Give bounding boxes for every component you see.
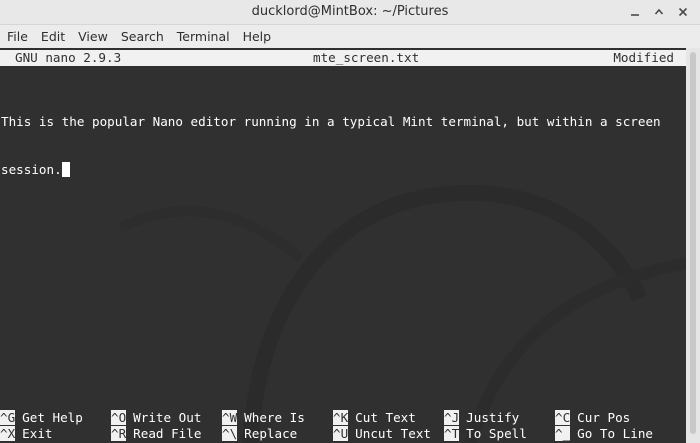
nano-filename: mte_screen.txt — [313, 50, 420, 65]
menu-edit[interactable]: Edit — [41, 29, 65, 44]
window-title: ducklord@MintBox: ~/Pictures — [251, 4, 449, 19]
shortcut-exit[interactable]: ^X Exit — [0, 426, 53, 442]
shortcut-key: ^R — [111, 426, 127, 441]
shortcut-get-help[interactable]: ^G Get Help — [0, 410, 83, 426]
scrollbar-thumb[interactable] — [690, 52, 696, 434]
shortcut-write-out[interactable]: ^O Write Out — [111, 410, 201, 426]
minimize-button[interactable] — [627, 4, 643, 20]
shortcut-read-file[interactable]: ^R Read File — [111, 426, 201, 442]
menu-help[interactable]: Help — [243, 29, 272, 44]
maximize-button[interactable] — [651, 4, 667, 20]
editor-buffer[interactable]: This is the popular Nano editor running … — [1, 82, 681, 210]
editor-line: This is the popular Nano editor running … — [1, 114, 661, 129]
menu-view[interactable]: View — [78, 29, 108, 44]
shortcut-go-to-line[interactable]: ^_ Go To Line — [555, 426, 653, 442]
shortcut-label: Write Out — [133, 410, 202, 425]
menu-file[interactable]: File — [7, 29, 28, 44]
shortcut-label: Cur Pos — [577, 410, 631, 425]
shortcut-key: ^X — [0, 426, 16, 441]
shortcut-key: ^G — [0, 410, 16, 425]
menu-search[interactable]: Search — [121, 29, 164, 44]
close-button[interactable] — [675, 4, 691, 20]
menu-terminal[interactable]: Terminal — [177, 29, 230, 44]
shortcut-where-is[interactable]: ^W Where Is — [222, 410, 305, 426]
shortcut-label: Read File — [133, 426, 202, 441]
title-bar[interactable]: ducklord@MintBox: ~/Pictures — [0, 0, 700, 25]
shortcut-label: Cut Text — [355, 410, 416, 425]
shortcut-label: Replace — [244, 426, 298, 441]
shortcut-key: ^\ — [222, 426, 238, 441]
nano-title-bar: GNU nano 2.9.3 mte_screen.txt Modified — [0, 50, 686, 66]
shortcut-key: ^J — [444, 410, 460, 425]
vertical-scrollbar[interactable] — [686, 48, 700, 443]
shortcut-label: Exit — [22, 426, 53, 441]
shortcut-key: ^K — [333, 410, 349, 425]
shortcut-bar: ^G Get Help ^O Write Out ^W Where Is ^K Cut … — [0, 410, 686, 442]
terminal-window: ducklord@MintBox: ~/Pictures File Edit V… — [0, 0, 700, 443]
nano-version: GNU nano 2.9.3 — [15, 50, 122, 65]
terminal-area[interactable]: GNU nano 2.9.3 mte_screen.txt Modified T… — [0, 48, 686, 443]
shortcut-label: To Spell — [466, 426, 527, 441]
shortcut-row-2: ^X Exit ^R Read File ^\ Replace ^U Uncut Tex… — [0, 426, 686, 442]
shortcut-row-1: ^G Get Help ^O Write Out ^W Where Is ^K Cut … — [0, 410, 686, 426]
menu-bar: File Edit View Search Terminal Help — [0, 25, 700, 48]
shortcut-key: ^T — [444, 426, 460, 441]
shortcut-key: ^U — [333, 426, 349, 441]
shortcut-label: Uncut Text — [355, 426, 431, 441]
close-icon — [678, 7, 688, 17]
shortcut-justify[interactable]: ^J Justify — [444, 410, 519, 426]
shortcut-key: ^O — [111, 410, 127, 425]
shortcut-label: Justify — [466, 410, 520, 425]
shortcut-label: Where Is — [244, 410, 305, 425]
shortcut-label: Go To Line — [577, 426, 653, 441]
shortcut-to-spell[interactable]: ^T To Spell — [444, 426, 527, 442]
text-cursor — [61, 162, 70, 177]
shortcut-uncut-text[interactable]: ^U Uncut Text — [333, 426, 431, 442]
nano-modified-status: Modified — [613, 50, 674, 65]
editor-line-last: session. — [1, 162, 681, 178]
maximize-icon — [654, 8, 664, 15]
editor-line-text: session. — [1, 162, 62, 177]
shortcut-key: ^W — [222, 410, 238, 425]
shortcut-label: Get Help — [22, 410, 83, 425]
shortcut-key: ^_ — [555, 426, 571, 441]
shortcut-cut-text[interactable]: ^K Cut Text — [333, 410, 416, 426]
minimize-icon — [631, 14, 639, 16]
shortcut-key: ^C — [555, 410, 571, 425]
shortcut-replace[interactable]: ^\ Replace — [222, 426, 297, 442]
shortcut-cur-pos[interactable]: ^C Cur Pos — [555, 410, 630, 426]
